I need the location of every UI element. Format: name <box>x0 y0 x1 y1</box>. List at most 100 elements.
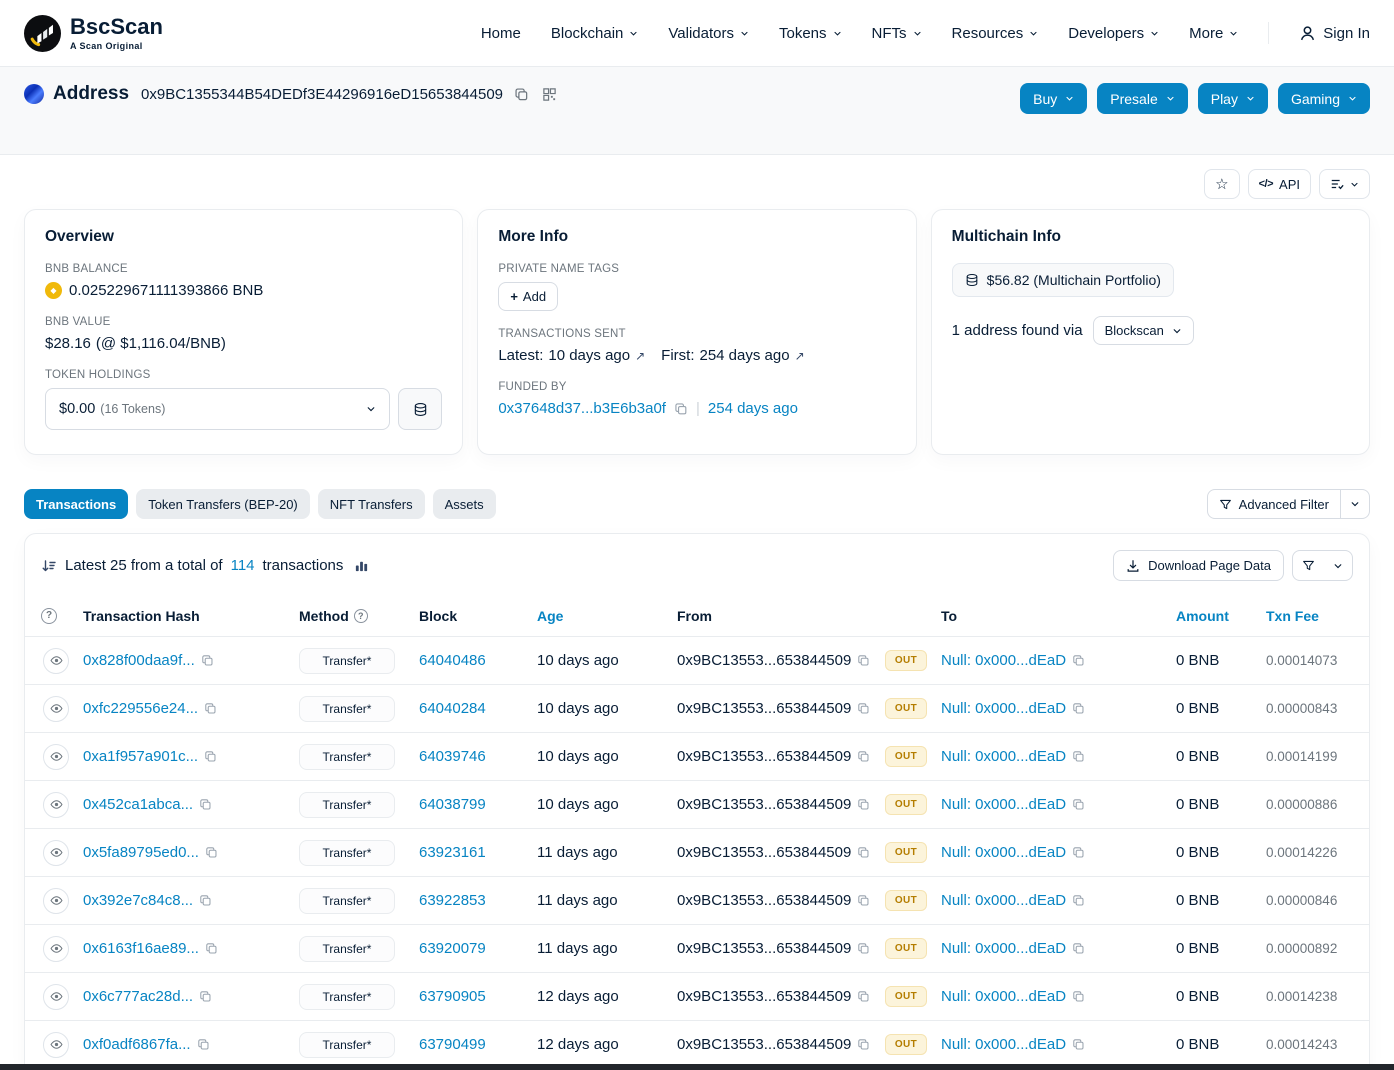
copy-icon[interactable] <box>1072 750 1085 763</box>
method-badge[interactable]: Transfer* <box>299 888 395 914</box>
view-options-button[interactable] <box>1319 169 1370 199</box>
copy-icon[interactable] <box>199 798 212 811</box>
copy-icon[interactable] <box>199 894 212 907</box>
copy-icon[interactable] <box>204 750 217 763</box>
copy-icon[interactable] <box>1072 1038 1085 1051</box>
first-transaction-link[interactable]: First: 254 days ago ↗ <box>661 347 804 364</box>
copy-icon[interactable] <box>1072 990 1085 1003</box>
chart-view-button[interactable] <box>351 555 372 576</box>
latest-transaction-link[interactable]: Latest: 10 days ago ↗ <box>498 347 645 364</box>
download-page-data-button[interactable]: Download Page Data <box>1113 550 1284 581</box>
to-address-link[interactable]: Null: 0x000...dEaD <box>941 796 1066 813</box>
preview-transaction-button[interactable] <box>43 1032 69 1058</box>
add-name-tag-button[interactable]: + Add <box>498 282 558 311</box>
nav-item-developers[interactable]: Developers <box>1068 25 1159 42</box>
advanced-filter-caret[interactable] <box>1340 490 1369 518</box>
block-number-link[interactable]: 64039746 <box>419 748 486 765</box>
to-address-link[interactable]: Null: 0x000...dEaD <box>941 940 1066 957</box>
table-filter-button[interactable] <box>1292 550 1353 581</box>
blockscan-dropdown[interactable]: Blockscan <box>1093 316 1194 345</box>
to-address-link[interactable]: Null: 0x000...dEaD <box>941 652 1066 669</box>
presale-button[interactable]: Presale <box>1097 83 1187 114</box>
method-badge[interactable]: Transfer* <box>299 936 395 962</box>
nav-item-nfts[interactable]: NFTs <box>872 25 922 42</box>
block-number-link[interactable]: 63923161 <box>419 844 486 861</box>
api-button[interactable]: </> API <box>1248 169 1311 199</box>
copy-icon[interactable] <box>197 1038 210 1051</box>
copy-icon[interactable] <box>857 654 870 667</box>
transaction-hash-link[interactable]: 0x452ca1abca... <box>83 796 193 813</box>
transaction-hash-link[interactable]: 0xf0adf6867fa... <box>83 1036 191 1053</box>
multichain-portfolio-button[interactable]: $56.82 (Multichain Portfolio) <box>952 263 1174 297</box>
block-number-link[interactable]: 63920079 <box>419 940 486 957</box>
tab-token-transfers-bep-20[interactable]: Token Transfers (BEP-20) <box>136 489 310 519</box>
transaction-hash-link[interactable]: 0x6163f16ae89... <box>83 940 199 957</box>
copy-icon[interactable] <box>201 654 214 667</box>
preview-transaction-button[interactable] <box>43 648 69 674</box>
transaction-hash-link[interactable]: 0x6c777ac28d... <box>83 988 193 1005</box>
copy-icon[interactable] <box>205 846 218 859</box>
funded-by-address-link[interactable]: 0x37648d37...b3E6b3a0f <box>498 400 666 417</box>
copy-icon[interactable] <box>857 990 870 1003</box>
method-badge[interactable]: Transfer* <box>299 648 395 674</box>
preview-transaction-button[interactable] <box>43 696 69 722</box>
method-badge[interactable]: Transfer* <box>299 696 395 722</box>
preview-transaction-button[interactable] <box>43 744 69 770</box>
copy-icon[interactable] <box>857 750 870 763</box>
method-badge[interactable]: Transfer* <box>299 840 395 866</box>
copy-icon[interactable] <box>857 702 870 715</box>
bscscan-logo-link[interactable]: BscScan A Scan Original <box>24 15 163 52</box>
token-holdings-select[interactable]: $0.00(16 Tokens) <box>45 388 390 430</box>
nav-item-more[interactable]: More <box>1189 25 1238 42</box>
sort-icon[interactable] <box>41 558 57 574</box>
copy-icon[interactable] <box>1072 702 1085 715</box>
sign-in-button[interactable]: Sign In <box>1299 25 1370 42</box>
to-address-link[interactable]: Null: 0x000...dEaD <box>941 988 1066 1005</box>
to-address-link[interactable]: Null: 0x000...dEaD <box>941 748 1066 765</box>
copy-icon[interactable] <box>857 846 870 859</box>
column-age-toggle[interactable]: Age <box>537 608 677 624</box>
copy-icon[interactable] <box>1072 798 1085 811</box>
copy-icon[interactable] <box>857 894 870 907</box>
copy-icon[interactable] <box>857 1038 870 1051</box>
tab-nft-transfers[interactable]: NFT Transfers <box>318 489 425 519</box>
advanced-filter-button[interactable]: Advanced Filter <box>1207 489 1370 519</box>
funded-by-age-link[interactable]: 254 days ago <box>708 400 798 417</box>
copy-icon[interactable] <box>204 702 217 715</box>
preview-transaction-button[interactable] <box>43 792 69 818</box>
copy-icon[interactable] <box>1072 654 1085 667</box>
nav-item-blockchain[interactable]: Blockchain <box>551 25 639 42</box>
method-badge[interactable]: Transfer* <box>299 744 395 770</box>
to-address-link[interactable]: Null: 0x000...dEaD <box>941 1036 1066 1053</box>
copy-icon[interactable] <box>1072 942 1085 955</box>
column-txn-fee-toggle[interactable]: Txn Fee <box>1266 608 1353 624</box>
transaction-count-link[interactable]: 114 <box>231 557 255 574</box>
play-button[interactable]: Play <box>1198 83 1268 114</box>
nav-item-home[interactable]: Home <box>481 25 521 42</box>
method-badge[interactable]: Transfer* <box>299 792 395 818</box>
copy-icon[interactable] <box>857 942 870 955</box>
block-number-link[interactable]: 63790905 <box>419 988 486 1005</box>
buy-button[interactable]: Buy <box>1020 83 1087 114</box>
help-icon[interactable]: ? <box>41 608 57 624</box>
preview-transaction-button[interactable] <box>43 840 69 866</box>
copy-icon[interactable] <box>674 402 688 416</box>
block-number-link[interactable]: 64038799 <box>419 796 486 813</box>
qr-code-icon[interactable] <box>540 85 559 104</box>
transaction-hash-link[interactable]: 0x392e7c84c8... <box>83 892 193 909</box>
to-address-link[interactable]: Null: 0x000...dEaD <box>941 844 1066 861</box>
tab-transactions[interactable]: Transactions <box>24 489 128 519</box>
to-address-link[interactable]: Null: 0x000...dEaD <box>941 700 1066 717</box>
preview-transaction-button[interactable] <box>43 888 69 914</box>
transaction-hash-link[interactable]: 0xfc229556e24... <box>83 700 198 717</box>
copy-icon[interactable] <box>857 798 870 811</box>
transaction-hash-link[interactable]: 0x5fa89795ed0... <box>83 844 199 861</box>
method-info-icon[interactable]: ? <box>354 609 368 623</box>
transaction-hash-link[interactable]: 0xa1f957a901c... <box>83 748 198 765</box>
gaming-button[interactable]: Gaming <box>1278 83 1370 114</box>
copy-icon[interactable] <box>1072 846 1085 859</box>
nav-item-tokens[interactable]: Tokens <box>779 25 842 42</box>
copy-icon[interactable] <box>199 990 212 1003</box>
preview-transaction-button[interactable] <box>43 936 69 962</box>
favorite-button[interactable]: ☆ <box>1204 169 1239 199</box>
